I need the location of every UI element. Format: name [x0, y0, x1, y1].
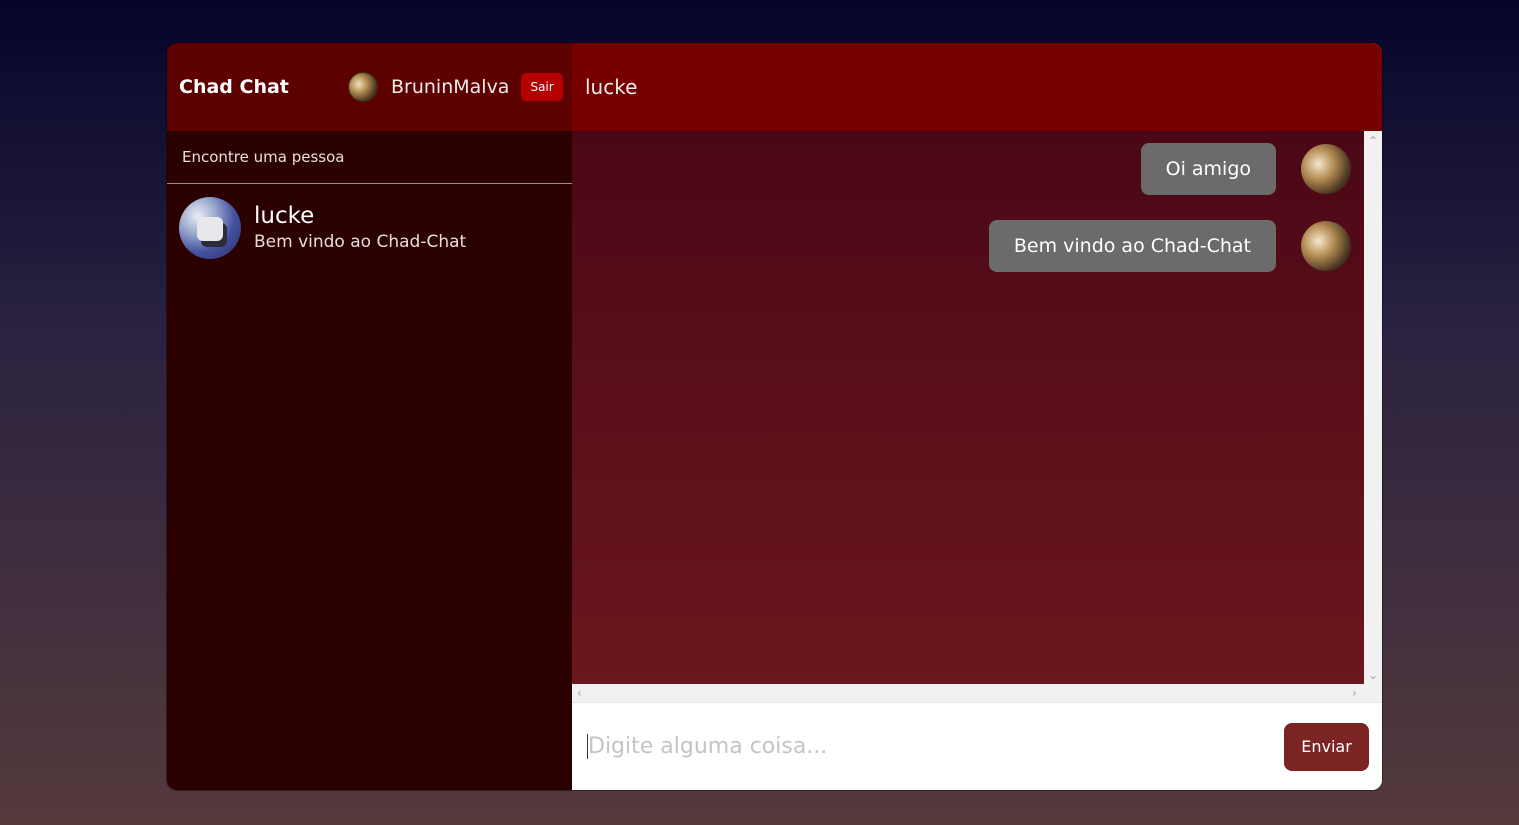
chat-header: lucke [572, 43, 1382, 131]
send-button[interactable]: Enviar [1284, 722, 1369, 771]
sender-avatar [1301, 144, 1351, 194]
search-bar [167, 131, 572, 184]
contact-last-message: Bem vindo ao Chad-Chat [254, 232, 467, 252]
contact-name: lucke [254, 203, 315, 229]
message-list[interactable]: Oi amigo Bem vindo ao Chad-Chat [572, 131, 1364, 684]
message-row: Oi amigo [1140, 143, 1351, 195]
search-input[interactable] [182, 148, 557, 166]
contact-item[interactable]: lucke Bem vindo ao Chad-Chat [167, 184, 572, 272]
contact-avatar [179, 197, 241, 259]
sidebar-header: Chad Chat BruninMalva Sair [167, 43, 572, 131]
current-user: BruninMalva Sair [348, 43, 563, 131]
chat-title: lucke [585, 75, 638, 99]
message-bubble: Bem vindo ao Chad-Chat [988, 220, 1276, 272]
scroll-left-icon[interactable]: ‹ [577, 687, 582, 699]
message-input[interactable] [587, 734, 1274, 759]
message-bubble: Oi amigo [1140, 143, 1276, 195]
sidebar: Chad Chat BruninMalva Sair lucke Bem vin… [167, 43, 572, 790]
contact-text: lucke Bem vindo ao Chad-Chat [254, 202, 466, 254]
message-composer: Enviar [572, 702, 1382, 790]
scroll-right-icon[interactable]: › [1352, 687, 1357, 699]
current-user-name: BruninMalva [391, 76, 510, 98]
logout-button[interactable]: Sair [521, 73, 563, 101]
messages-area: Oi amigo Bem vindo ao Chad-Chat ⌃ ⌄ ‹ › [572, 131, 1382, 702]
vertical-scrollbar[interactable]: ⌃ ⌄ [1364, 131, 1382, 684]
horizontal-scrollbar[interactable]: ‹ › [572, 684, 1382, 702]
scroll-up-icon[interactable]: ⌃ [1368, 135, 1378, 147]
chat-panel: lucke Oi amigo Bem vindo ao Chad-Chat ⌃ … [572, 43, 1382, 790]
message-row: Bem vindo ao Chad-Chat [988, 220, 1351, 272]
scroll-down-icon[interactable]: ⌄ [1368, 669, 1378, 681]
sender-avatar [1301, 221, 1351, 271]
brand-title: Chad Chat [179, 76, 289, 98]
chat-app: Chad Chat BruninMalva Sair lucke Bem vin… [167, 43, 1382, 790]
current-user-avatar [348, 72, 378, 102]
